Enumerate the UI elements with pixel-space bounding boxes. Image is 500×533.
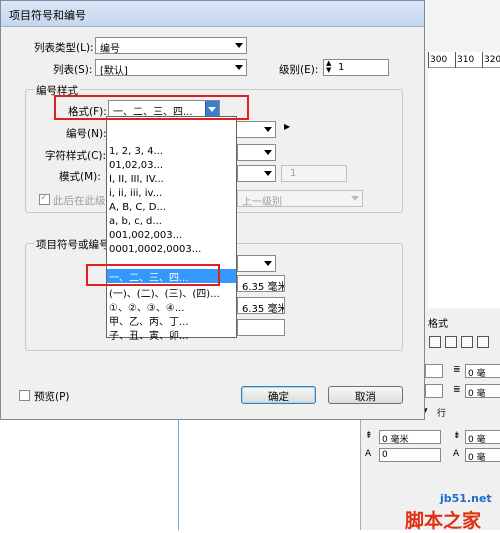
watermark-site: jb51.net [440, 492, 492, 505]
level-label: 级别(E): [279, 64, 319, 76]
mode-select[interactable] [237, 165, 276, 182]
align-center-icon[interactable] [445, 336, 457, 348]
annotation-highlight-format [54, 95, 249, 120]
first-line-field[interactable] [425, 384, 443, 398]
align-right-icon[interactable] [461, 336, 473, 348]
list-value: [默认] [100, 66, 128, 76]
first-indent-field[interactable]: 6.35 毫米 [237, 297, 285, 314]
insert-special-arrow-icon[interactable]: ▶ [284, 122, 290, 131]
tab-position-field[interactable] [237, 319, 285, 336]
position-group-title: 项目符号或编号 [34, 237, 112, 252]
space-after-icon: ⇟ [453, 431, 461, 441]
horizontal-ruler: 300 310 320 [428, 52, 500, 68]
format-option[interactable]: (一)、(二)、(三)、(四)... [109, 285, 220, 300]
format-option[interactable]: 1, 2, 3, 4... [109, 146, 163, 157]
list-type-select[interactable]: 编号 [95, 37, 247, 54]
dialog-title: 项目符号和编号 [1, 1, 424, 27]
drop-cap-chars-field[interactable]: 0 毫 [465, 448, 500, 462]
format-option[interactable]: I, II, III, IV... [109, 174, 164, 185]
mode-value-field: 1 [281, 165, 347, 182]
char-style-label: 字符样式(C): [45, 150, 107, 162]
format-option[interactable]: 甲、乙、丙、丁... [109, 313, 189, 328]
space-before-icon: ⇞ [365, 431, 373, 441]
drop-cap-chars-icon: A [453, 449, 460, 459]
align-left-icon[interactable] [429, 336, 441, 348]
format-option[interactable]: 01,02,03... [109, 160, 163, 171]
chevron-down-icon [264, 127, 272, 132]
chevron-down-icon [264, 171, 272, 176]
number-label: 编号(N): [66, 128, 107, 140]
document-page [428, 68, 500, 308]
format-option[interactable]: A, B, C, D... [109, 202, 166, 213]
indent-right-icon: ≣ [453, 365, 461, 375]
restart-label: 此后在此级 [53, 195, 106, 207]
ruler-tick-label: 300 [430, 55, 448, 65]
level-spinner[interactable]: 1 ▲ ▼ [323, 59, 389, 76]
format-option[interactable]: ①、②、③、④... [109, 299, 184, 314]
chevron-down-icon [351, 196, 359, 201]
cancel-button[interactable]: 取消 [328, 386, 403, 404]
space-after-field[interactable]: 0 毫 [465, 430, 500, 444]
ok-button[interactable]: 确定 [241, 386, 316, 404]
preview-label: 预览(P) [34, 391, 70, 403]
format-option[interactable]: 0001,0002,0003... [109, 244, 201, 255]
format-dropdown-list: 1, 2, 3, 4... 01,02,03... I, II, III, IV… [106, 116, 237, 342]
chevron-down-icon [264, 150, 272, 155]
left-indent-value: 6.35 毫米 [242, 282, 285, 292]
format-option[interactable]: a, b, c, d... [109, 216, 162, 227]
annotation-highlight-option [86, 264, 220, 286]
indent-right-field[interactable]: 0 毫 [465, 364, 500, 378]
left-indent-field[interactable]: 6.35 毫米 [237, 275, 285, 292]
alignment-select[interactable] [237, 255, 276, 272]
first-indent-value: 6.35 毫米 [242, 304, 285, 314]
watermark-brand: 脚本之家 [405, 510, 482, 532]
indent-left-field[interactable] [425, 364, 443, 378]
last-line-indent-field[interactable]: 0 毫 [465, 384, 500, 398]
drop-cap-lines-field[interactable]: 0 [379, 448, 441, 462]
mode-label: 模式(M): [59, 171, 101, 183]
restart-level-select: 上一级别 [237, 190, 363, 207]
restart-level-value: 上一级别 [242, 197, 282, 207]
align-justify-icon[interactable] [477, 336, 489, 348]
list-type-value: 编号 [100, 44, 120, 54]
preview-checkbox[interactable] [19, 390, 30, 401]
list-label: 列表(S): [53, 64, 93, 76]
ruler-tick-label: 310 [457, 55, 475, 65]
char-style-select[interactable] [237, 144, 276, 161]
list-select[interactable]: [默认] [95, 59, 247, 76]
space-before-field[interactable]: 0 毫米 [379, 430, 441, 444]
page-guide-line [178, 420, 179, 530]
format-option[interactable]: i, ii, iii, iv... [109, 188, 162, 199]
list-type-label: 列表类型(L): [34, 42, 94, 54]
chevron-down-icon [235, 65, 243, 70]
mode-value: 1 [290, 168, 297, 179]
ruler-tick-label: 320 [484, 55, 500, 65]
restart-checkbox[interactable] [39, 192, 50, 205]
chevron-down-icon [264, 261, 272, 266]
drop-cap-lines-icon: A [365, 449, 372, 459]
format-option[interactable]: 子、丑、寅、卯... [109, 327, 189, 342]
spinner-arrows-icon[interactable]: ▲ ▼ [326, 60, 331, 74]
chevron-down-icon [235, 43, 243, 48]
format-option[interactable]: 001,002,003... [109, 230, 182, 241]
lines-label: 行 [437, 409, 447, 419]
last-line-indent-icon: ≣ [453, 385, 461, 395]
panel-tab-format[interactable]: 格式 [428, 315, 448, 330]
